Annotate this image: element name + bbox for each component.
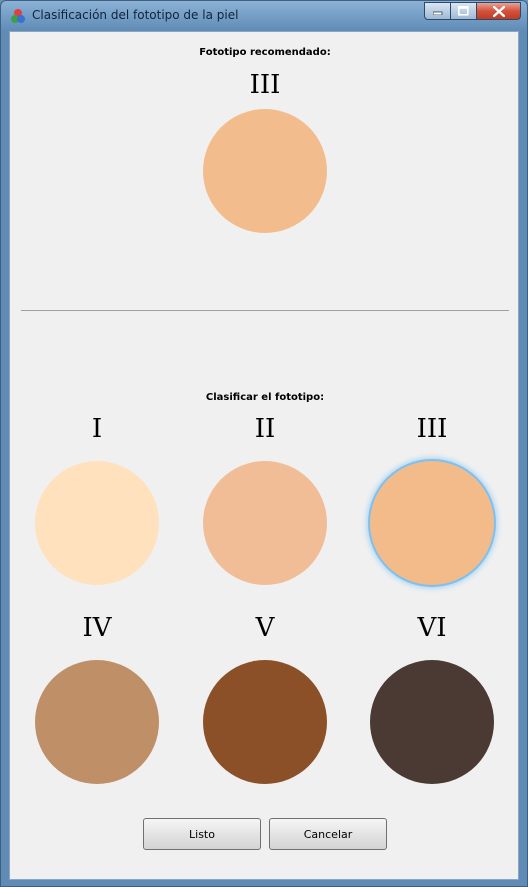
phototype-numeral-iv: IV <box>82 613 112 643</box>
phototype-numeral-i: I <box>91 414 103 444</box>
dialog-window: Clasificación del fototipo de la piel Fo… <box>0 0 528 887</box>
recommended-swatch <box>203 109 327 233</box>
phototype-swatch-v[interactable] <box>203 660 327 784</box>
close-button[interactable] <box>477 2 521 20</box>
dialog-body: Fototipo recomendado: III Clasificar el … <box>9 31 519 880</box>
phototype-numeral-ii: II <box>254 414 276 444</box>
recommended-numeral: III <box>249 70 281 100</box>
recommended-heading: Fototipo recomendado: <box>199 47 331 58</box>
phototype-swatch-iv[interactable] <box>35 660 159 784</box>
phototype-numeral-iii: III <box>416 414 448 444</box>
phototype-swatch-iii[interactable] <box>370 461 494 585</box>
section-divider <box>21 310 509 311</box>
close-icon <box>492 5 505 17</box>
minimize-button[interactable] <box>424 2 451 20</box>
phototype-swatch-ii[interactable] <box>203 461 327 585</box>
maximize-icon <box>458 6 469 16</box>
title-bar[interactable]: Clasificación del fototipo de la piel <box>1 1 527 31</box>
cancel-button[interactable]: Cancelar <box>269 818 387 850</box>
phototype-numeral-v: V <box>255 613 275 643</box>
listo-button[interactable]: Listo <box>143 818 261 850</box>
maximize-button[interactable] <box>451 2 477 20</box>
window-controls <box>424 2 521 22</box>
window-title: Clasificación del fototipo de la piel <box>32 8 239 22</box>
phototype-numeral-vi: VI <box>417 613 447 643</box>
app-icon <box>10 8 26 24</box>
phototype-swatch-vi[interactable] <box>370 660 494 784</box>
classify-heading: Clasificar el fototipo: <box>205 392 325 403</box>
minimize-icon <box>432 11 442 15</box>
phototype-swatch-i[interactable] <box>35 461 159 585</box>
